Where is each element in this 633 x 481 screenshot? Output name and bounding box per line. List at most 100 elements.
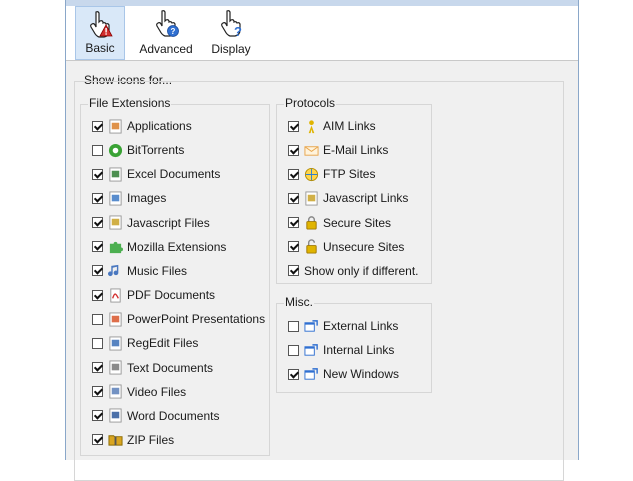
- checkbox-label: AIM Links: [323, 119, 376, 133]
- ftp-icon: [304, 167, 319, 181]
- word-icon: [109, 408, 122, 423]
- checkbox[interactable]: [92, 434, 103, 446]
- checkbox-row-show-only-if-different[interactable]: Show only if different.: [288, 262, 419, 280]
- checkbox[interactable]: [92, 144, 103, 156]
- checkbox-row-bittorrents[interactable]: BitTorrents: [92, 141, 184, 159]
- checkbox-label: RegEdit Files: [127, 336, 199, 351]
- javascript-file-icon: [109, 215, 122, 230]
- puzzle-icon: [109, 242, 123, 254]
- tab-display[interactable]: ? Display: [206, 6, 256, 60]
- checkbox[interactable]: [92, 313, 103, 325]
- internal-link-icon: [304, 343, 318, 356]
- checkbox-row-internal-links[interactable]: Internal Links: [288, 341, 394, 359]
- tab-display-label: Display: [211, 42, 251, 56]
- checkbox[interactable]: [92, 217, 103, 229]
- checkbox[interactable]: [92, 192, 103, 204]
- checkbox-label: Secure Sites: [323, 215, 392, 230]
- checkbox-label: Javascript Files: [127, 215, 210, 230]
- options-toolbar: Basic ? Advanced ? Display: [66, 6, 578, 61]
- checkbox-label: New Windows: [323, 367, 400, 382]
- checkbox-label: BitTorrents: [127, 143, 185, 158]
- checkbox-label: PDF Documents: [127, 288, 216, 303]
- checkbox-row-music-files[interactable]: Music Files: [92, 262, 187, 280]
- checkbox-label: Internal Links: [323, 343, 395, 358]
- tab-advanced-label: Advanced: [139, 42, 193, 56]
- pdf-icon: [110, 288, 121, 303]
- checkbox[interactable]: [92, 241, 103, 253]
- checkbox-row-external-links[interactable]: External Links: [288, 317, 398, 335]
- checkbox-row-javascript-files[interactable]: Javascript Files: [92, 214, 210, 232]
- checkbox-row-e-mail-links[interactable]: E-Mail Links: [288, 141, 388, 159]
- checkbox-row-text-documents[interactable]: Text Documents: [92, 359, 213, 377]
- checkbox-label: Text Documents: [127, 360, 214, 375]
- misc-title: Misc.: [284, 295, 314, 309]
- checkbox[interactable]: [288, 217, 299, 229]
- svg-text:?: ?: [171, 27, 176, 36]
- video-file-icon: [109, 384, 122, 399]
- checkbox[interactable]: [288, 168, 299, 180]
- checkbox-label: Music Files: [127, 263, 188, 278]
- checkbox[interactable]: [288, 241, 299, 253]
- checkbox[interactable]: [92, 337, 103, 349]
- checkbox-row-new-windows[interactable]: New Windows: [288, 365, 399, 383]
- checkbox-label: Excel Documents: [127, 167, 221, 182]
- checkbox-label: Mozilla Extensions: [127, 239, 227, 254]
- bittorrent-icon: [108, 143, 123, 157]
- checkbox[interactable]: [92, 168, 103, 180]
- tab-basic[interactable]: Basic: [75, 6, 125, 60]
- lock-open-icon: [306, 239, 317, 254]
- lock-closed-icon: [306, 216, 317, 230]
- checkbox-row-video-files[interactable]: Video Files: [92, 383, 186, 401]
- hand-question-icon: ?: [221, 10, 242, 39]
- excel-icon: [109, 167, 122, 182]
- checkbox-label: Unsecure Sites: [323, 239, 405, 254]
- hand-help-icon: ?: [156, 10, 179, 37]
- checkbox[interactable]: [288, 192, 299, 204]
- regedit-icon: [109, 336, 122, 351]
- checkbox[interactable]: [92, 289, 103, 301]
- tab-advanced[interactable]: ? Advanced: [136, 6, 196, 60]
- checkbox[interactable]: [288, 368, 299, 380]
- checkbox-row-unsecure-sites[interactable]: Unsecure Sites: [288, 238, 404, 256]
- checkbox-row-zip-files[interactable]: ZIP Files: [92, 431, 174, 449]
- checkbox-row-powerpoint-presentations[interactable]: PowerPoint Presentations: [92, 310, 265, 328]
- checkbox[interactable]: [288, 320, 299, 332]
- checkbox-row-applications[interactable]: Applications: [92, 117, 192, 135]
- checkbox-row-secure-sites[interactable]: Secure Sites: [288, 214, 391, 232]
- checkbox-row-aim-links[interactable]: AIM Links: [288, 117, 376, 135]
- checkbox[interactable]: [288, 120, 299, 132]
- checkbox-label: Images: [127, 191, 167, 206]
- checkbox[interactable]: [288, 344, 299, 356]
- application-icon: [109, 118, 122, 134]
- checkbox-row-images[interactable]: Images: [92, 189, 166, 207]
- aim-icon: [308, 119, 315, 133]
- checkbox[interactable]: [288, 265, 299, 277]
- checkbox-row-javascript-links[interactable]: Javascript Links: [288, 189, 408, 207]
- checkbox[interactable]: [92, 386, 103, 398]
- checkbox-label: FTP Sites: [323, 167, 376, 182]
- checkbox-label: Video Files: [127, 384, 187, 399]
- music-note-icon: [108, 265, 119, 277]
- text-document-icon: [109, 360, 122, 375]
- checkbox[interactable]: [92, 410, 103, 422]
- external-link-icon: [304, 319, 318, 332]
- hand-warning-icon: [90, 11, 113, 38]
- checkbox[interactable]: [92, 265, 103, 277]
- checkbox[interactable]: [92, 120, 103, 132]
- checkbox-label: External Links: [323, 319, 399, 333]
- checkbox-label: PowerPoint Presentations: [127, 312, 266, 327]
- checkbox-row-mozilla-extensions[interactable]: Mozilla Extensions: [92, 238, 226, 256]
- checkbox-row-word-documents[interactable]: Word Documents: [92, 407, 219, 425]
- image-icon: [109, 191, 122, 206]
- checkbox[interactable]: [92, 362, 103, 373]
- tab-basic-label: Basic: [85, 41, 115, 55]
- zip-folder-icon: [108, 435, 123, 447]
- checkbox-row-ftp-sites[interactable]: FTP Sites: [288, 165, 375, 183]
- checkbox-row-excel-documents[interactable]: Excel Documents: [92, 165, 220, 183]
- email-icon: [304, 145, 319, 156]
- checkbox[interactable]: [288, 144, 299, 156]
- svg-text:?: ?: [234, 24, 242, 39]
- checkbox-row-pdf-documents[interactable]: PDF Documents: [92, 286, 215, 304]
- checkbox-row-regedit-files[interactable]: RegEdit Files: [92, 334, 198, 352]
- new-window-icon: [304, 367, 318, 380]
